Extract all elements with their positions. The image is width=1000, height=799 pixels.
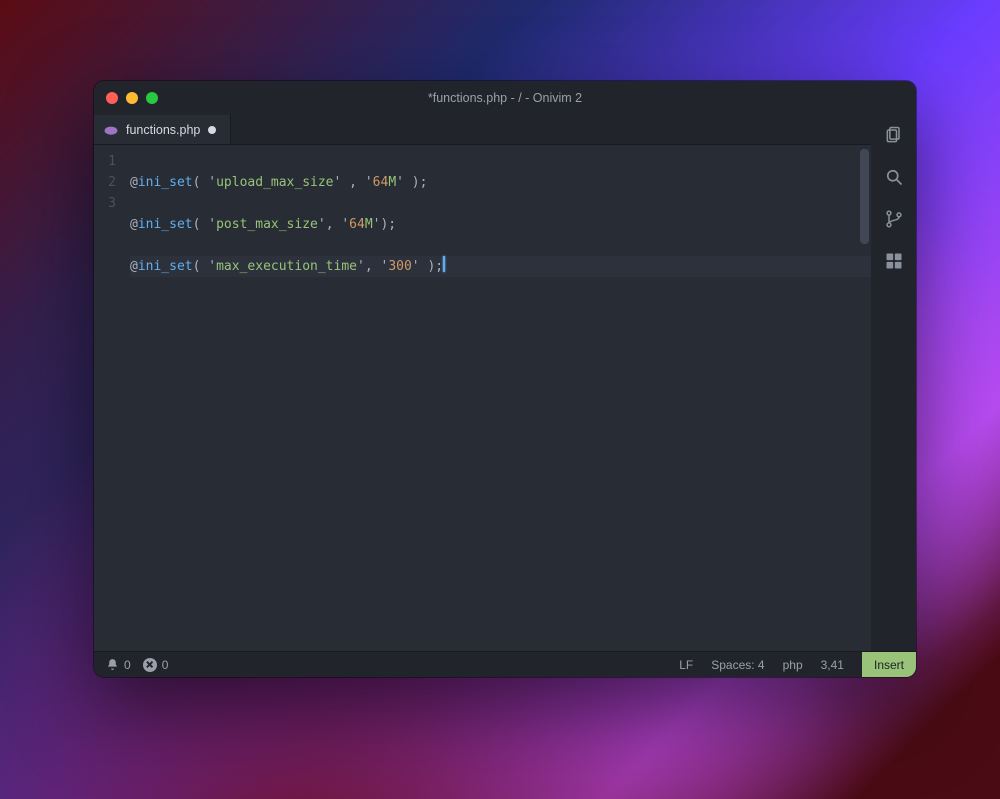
activity-bar [871, 115, 916, 651]
files-icon[interactable] [884, 125, 904, 145]
editor-column: functions.php 1 2 3 @ini_set( 'upload_ma… [94, 115, 871, 651]
zoom-window-button[interactable] [146, 92, 158, 104]
vertical-scroll-thumb[interactable] [860, 149, 869, 244]
status-indentation[interactable]: Spaces: 4 [711, 658, 764, 672]
line-number: 2 [94, 172, 124, 193]
code-editor[interactable]: 1 2 3 @ini_set( 'upload_max_size' , '64M… [94, 145, 871, 651]
tab-functions-php[interactable]: functions.php [94, 115, 231, 144]
status-vim-mode[interactable]: Insert [862, 652, 916, 678]
line-number-gutter: 1 2 3 [94, 145, 124, 651]
bell-icon [106, 658, 119, 671]
window-title: *functions.php - / - Onivim 2 [94, 91, 916, 105]
search-icon[interactable] [884, 167, 904, 187]
error-icon [143, 658, 157, 672]
status-problems[interactable]: 0 [143, 658, 169, 672]
status-notifications[interactable]: 0 [106, 658, 131, 672]
vertical-scrollbar[interactable] [860, 149, 869, 647]
notification-count: 0 [124, 658, 131, 672]
status-language[interactable]: php [783, 658, 803, 672]
tab-modified-indicator [208, 126, 216, 134]
code-area[interactable]: @ini_set( 'upload_max_size' , '64M' ); @… [124, 145, 871, 651]
window-body: functions.php 1 2 3 @ini_set( 'upload_ma… [94, 115, 916, 651]
minimize-window-button[interactable] [126, 92, 138, 104]
status-eol[interactable]: LF [679, 658, 693, 672]
line-number: 1 [94, 151, 124, 172]
error-count: 0 [162, 658, 169, 672]
status-bar: 0 0 LF Spaces: 4 php 3,41 Insert [94, 651, 916, 677]
php-file-icon [104, 125, 118, 135]
titlebar[interactable]: *functions.php - / - Onivim 2 [94, 81, 916, 115]
line-number: 3 [94, 193, 124, 214]
git-branch-icon[interactable] [884, 209, 904, 229]
window-controls [94, 92, 158, 104]
extensions-icon[interactable] [884, 251, 904, 271]
code-line[interactable]: @ini_set( 'max_execution_time', '300' ); [130, 256, 871, 277]
status-cursor-position[interactable]: 3,41 [821, 658, 844, 672]
tab-label: functions.php [126, 123, 200, 137]
close-window-button[interactable] [106, 92, 118, 104]
tab-strip[interactable]: functions.php [94, 115, 871, 145]
code-line[interactable]: @ini_set( 'post_max_size', '64M'); [130, 214, 871, 235]
editor-window: *functions.php - / - Onivim 2 functions.… [94, 81, 916, 677]
text-cursor [443, 256, 445, 272]
code-line[interactable]: @ini_set( 'upload_max_size' , '64M' ); [130, 172, 871, 193]
